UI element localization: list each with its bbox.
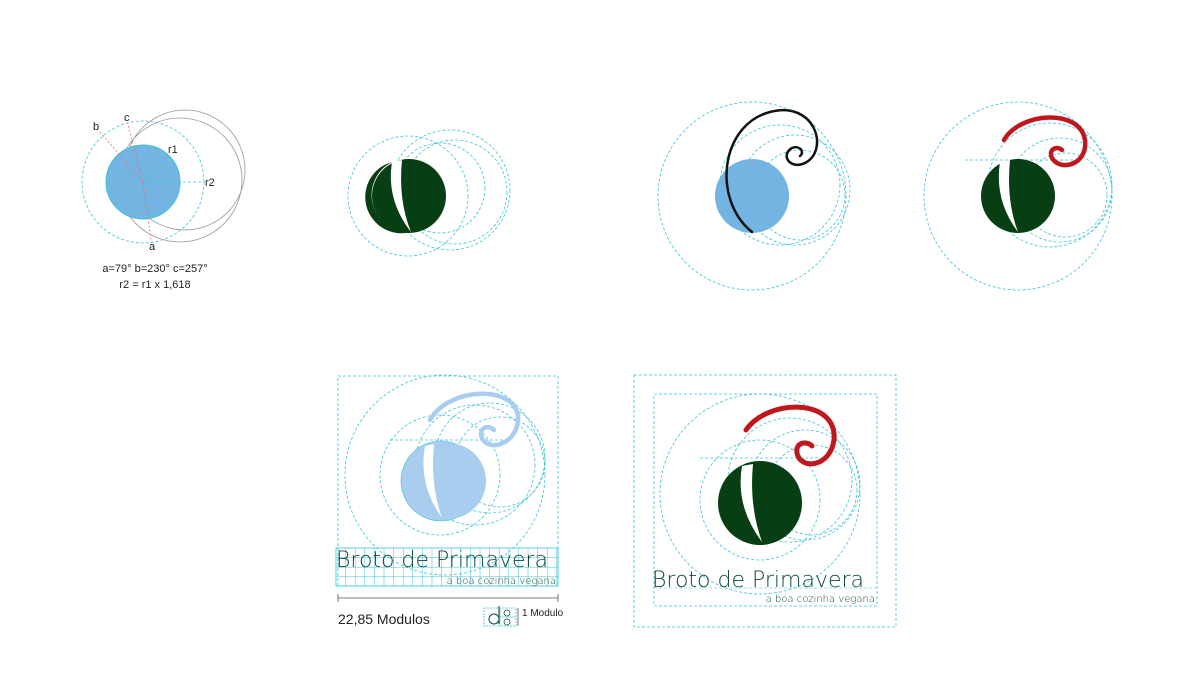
construction-diagram: b c r1 r2 a a=79° b=230° c=257° r2 = r1 …: [81, 109, 246, 291]
label-r1: r1: [168, 144, 178, 156]
module-grid-version: Broto de Primavera a boa cozinha vegana …: [335, 374, 564, 627]
step-spiral-red: [923, 101, 1113, 291]
step-spiral-black: [657, 101, 851, 291]
formula-text: r2 = r1 x 1,618: [119, 279, 190, 291]
pale-spiral: [427, 391, 521, 448]
step-green-mark: [347, 129, 511, 257]
brand-tagline-final: a boa cozinha vegana: [766, 594, 875, 605]
angles-text: a=79° b=230° c=257°: [102, 263, 207, 275]
brand-tagline-grid: a boa cozinha vegana: [447, 576, 556, 587]
green-circle: [981, 159, 1055, 233]
module-count-label: 22,85 Modulos: [338, 611, 430, 627]
label-a: a: [149, 241, 156, 253]
module-unit-label: 1 Modulo: [522, 608, 564, 619]
red-spiral: [743, 404, 837, 467]
green-circle: [718, 461, 802, 545]
module-glyph-bowl: [488, 613, 500, 625]
brand-name-final: Broto de Primavera: [652, 568, 864, 593]
label-r2: r2: [205, 177, 215, 189]
brand-name-grid: Broto de Primavera: [336, 548, 548, 573]
final-logo: Broto de Primavera a boa cozinha vegana: [633, 374, 897, 628]
green-circle: [372, 159, 446, 233]
label-c: c: [124, 112, 130, 124]
module-glyph-dot: [503, 609, 511, 617]
logo-construction-board: b c r1 r2 a a=79° b=230° c=257° r2 = r1 …: [81, 101, 1113, 628]
pale-circle-front: [410, 443, 486, 519]
module-glyph-dot: [503, 618, 511, 626]
label-b: b: [93, 121, 99, 133]
